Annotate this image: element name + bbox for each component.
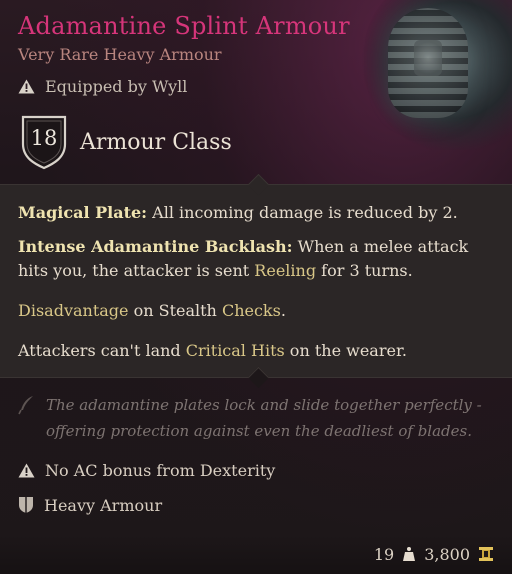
property-label: No AC bonus from Dexterity xyxy=(45,460,276,480)
quill-icon xyxy=(18,396,33,415)
effect-backlash: Intense Adamantine Backlash: When a mele… xyxy=(18,235,488,283)
warning-triangle-icon xyxy=(18,463,35,477)
armour-shield-icon xyxy=(19,497,33,513)
weight-value: 19 xyxy=(373,544,395,564)
item-name: Adamantine Splint Armour xyxy=(18,12,350,40)
property-label: Heavy Armour xyxy=(44,495,163,515)
effect-text: . xyxy=(280,301,286,320)
effect-name: Magical Plate: xyxy=(18,203,148,222)
effect-magical-plate: Magical Plate: All incoming damage is re… xyxy=(18,201,488,225)
effect-text: All incoming damage is reduced by 2. xyxy=(147,203,458,222)
armour-class-row: 18 Armour Class xyxy=(20,114,232,170)
gold-value: 3,800 xyxy=(424,544,470,564)
keyword-disadvantage[interactable]: Disadvantage xyxy=(18,301,129,320)
keyword-critical-hits[interactable]: Critical Hits xyxy=(186,341,285,360)
effect-critical: Attackers can't land Critical Hits on th… xyxy=(18,339,488,363)
effect-text: on Stealth xyxy=(128,301,222,320)
armour-illustration xyxy=(362,0,512,150)
ac-value: 18 xyxy=(30,126,58,150)
effect-text: for 3 turns. xyxy=(316,261,413,280)
item-tooltip: Adamantine Splint Armour Very Rare Heavy… xyxy=(0,0,512,574)
weight-icon xyxy=(403,547,416,561)
item-rarity-type: Very Rare Heavy Armour xyxy=(18,45,222,64)
equipped-label: Equipped by Wyll xyxy=(45,76,188,96)
effect-text: on the wearer. xyxy=(284,341,407,360)
effect-stealth: Disadvantage on Stealth Checks. xyxy=(18,299,488,323)
gold-coin-icon xyxy=(479,547,493,561)
panel-notch-top xyxy=(247,173,270,196)
warning-triangle-icon xyxy=(18,79,35,93)
effect-name: Intense Adamantine Backlash: xyxy=(18,237,293,256)
equipped-status: Equipped by Wyll xyxy=(18,75,187,97)
flavor-text: The adamantine plates lock and slide tog… xyxy=(46,396,482,440)
flavor-block: The adamantine plates lock and slide tog… xyxy=(18,392,498,444)
ac-label: Armour Class xyxy=(80,129,232,155)
item-footer: 19 3,800 xyxy=(0,534,512,574)
property-category: Heavy Armour xyxy=(18,493,162,517)
panel-notch-bottom xyxy=(247,366,270,389)
effects-panel: Magical Plate: All incoming damage is re… xyxy=(0,173,512,389)
keyword-reeling[interactable]: Reeling xyxy=(254,261,316,280)
effect-text: Attackers can't land xyxy=(18,341,186,360)
ac-shield-icon: 18 xyxy=(20,114,68,170)
property-dexterity: No AC bonus from Dexterity xyxy=(18,458,275,482)
keyword-checks[interactable]: Checks xyxy=(222,301,281,320)
